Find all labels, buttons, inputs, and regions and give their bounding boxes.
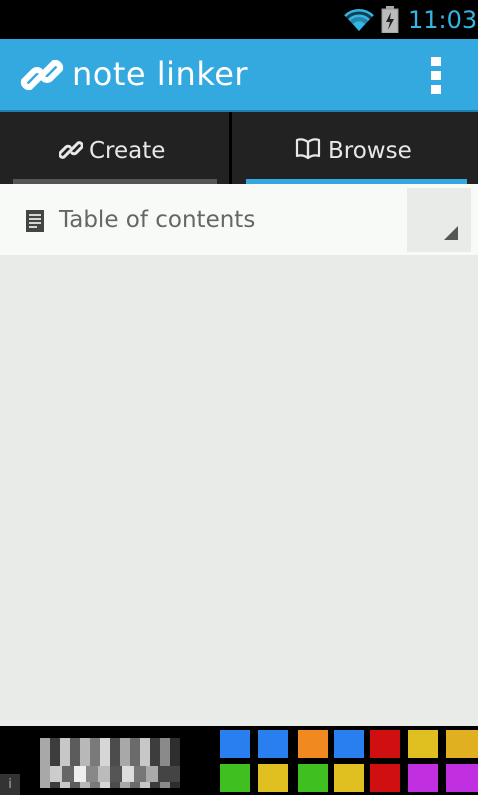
app-title: note linker — [72, 55, 249, 93]
dropdown-arrow-button[interactable] — [407, 188, 471, 252]
tab-bar: Create Browse — [0, 110, 478, 184]
dropdown-selected-value: Table of contents — [59, 207, 256, 233]
ad-text-graphic-lower — [50, 766, 180, 782]
ad-tile-yellow-3 — [258, 764, 288, 792]
contents-dropdown[interactable]: Table of contents — [0, 184, 478, 255]
ad-tile-purple-2 — [446, 764, 478, 792]
ad-tile-green-2 — [298, 764, 328, 792]
dropdown-arrow-icon — [444, 226, 458, 240]
ad-tile-yellow-2 — [446, 730, 478, 758]
tab-browse[interactable]: Browse — [232, 112, 478, 184]
link-logo-icon — [20, 59, 64, 91]
tab-create[interactable]: Create — [0, 112, 230, 184]
ad-tile-purple-1 — [408, 764, 438, 792]
ad-tile-blue-1 — [220, 730, 250, 758]
link-icon — [59, 141, 83, 159]
content-area — [0, 255, 478, 726]
app-bar: note linker — [0, 39, 478, 110]
overflow-menu-icon[interactable] — [423, 55, 449, 95]
ad-tile-yellow-4 — [334, 764, 364, 792]
ad-banner[interactable]: i — [0, 726, 478, 795]
ad-tile-yellow-1 — [408, 730, 438, 758]
ad-tile-blue-2 — [258, 730, 288, 758]
status-bar: 11:03 — [0, 0, 478, 39]
tab-browse-label: Browse — [328, 138, 412, 164]
ad-tile-red-2 — [370, 764, 400, 792]
document-icon — [26, 210, 44, 232]
ad-tile-blue-3 — [334, 730, 364, 758]
book-icon — [295, 138, 321, 160]
ad-tile-orange — [298, 730, 328, 758]
status-clock: 11:03 — [408, 6, 478, 34]
battery-charging-icon — [381, 6, 399, 33]
ad-info-icon[interactable]: i — [0, 774, 20, 795]
ad-tile-red-1 — [370, 730, 400, 758]
wifi-icon — [344, 9, 374, 31]
tab-create-label: Create — [89, 138, 166, 164]
ad-tile-green-1 — [220, 764, 250, 792]
